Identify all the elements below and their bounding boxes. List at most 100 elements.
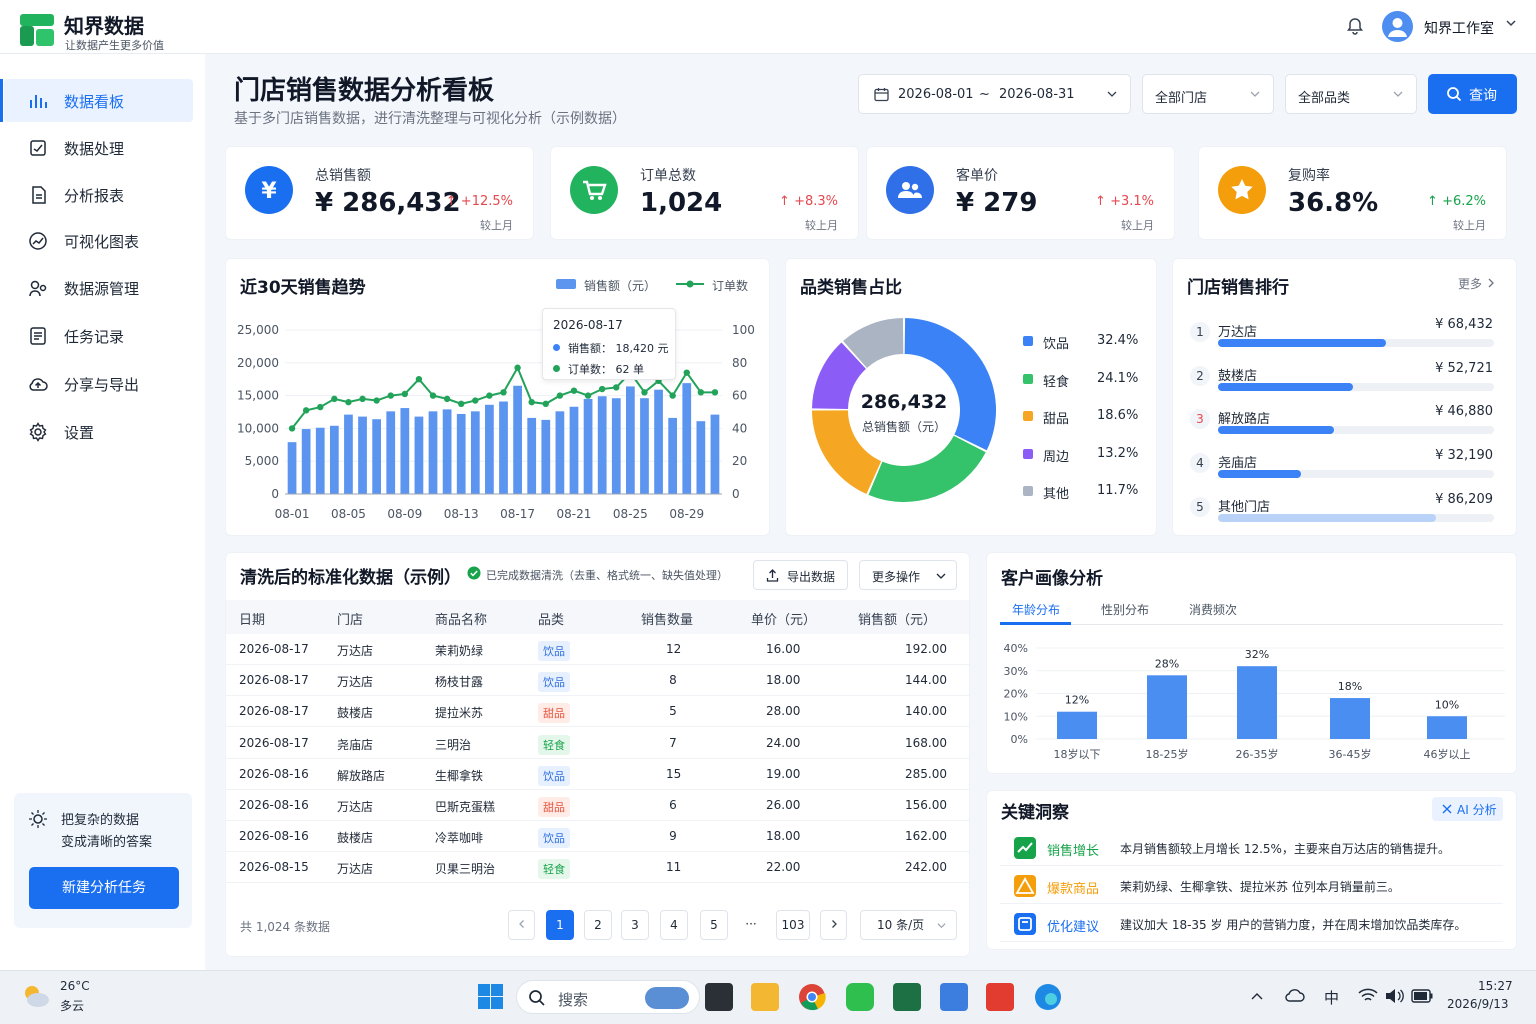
- orders-point[interactable]: [302, 407, 310, 414]
- donut-slice[interactable]: [868, 435, 986, 502]
- orders-point[interactable]: [415, 376, 423, 383]
- orders-point[interactable]: [345, 398, 352, 406]
- sidebar-item-6[interactable]: 任务记录: [4, 314, 193, 357]
- chrome-icon[interactable]: [798, 983, 826, 1011]
- more-ops-dropdown[interactable]: 更多操作: [859, 560, 957, 590]
- tab-3[interactable]: 消费频次: [1189, 601, 1237, 618]
- sales-bar[interactable]: [372, 419, 381, 494]
- table-row[interactable]: 2026-08-17 万达店 茉莉奶绿 饮品 12 16.00 192.00: [226, 634, 969, 665]
- sales-bar[interactable]: [386, 411, 396, 494]
- sales-bar[interactable]: [527, 417, 537, 494]
- orders-point[interactable]: [598, 385, 606, 393]
- insight-row[interactable]: 优化建议 建议加大 18-35 岁 用户的营销力度，并在周末增加饮品类库存。: [1000, 906, 1503, 942]
- sales-bar[interactable]: [414, 416, 424, 494]
- rank-store-name[interactable]: 解放路店: [1218, 408, 1270, 427]
- user-name[interactable]: 知界工作室: [1424, 18, 1494, 38]
- wps-icon[interactable]: [986, 983, 1014, 1011]
- page-button[interactable]: 5: [700, 910, 728, 940]
- orders-point[interactable]: [697, 389, 705, 396]
- sales-bar[interactable]: [569, 406, 579, 494]
- page-prev-button[interactable]: [508, 910, 535, 940]
- ranking-more-link[interactable]: 更多: [1458, 275, 1482, 292]
- orders-point[interactable]: [669, 392, 676, 399]
- orders-point[interactable]: [584, 392, 592, 399]
- sales-bar[interactable]: [329, 425, 339, 494]
- orders-point[interactable]: [458, 400, 465, 407]
- page-button[interactable]: 2: [584, 910, 612, 940]
- tab-1[interactable]: 年龄分布: [1012, 601, 1060, 618]
- orders-point[interactable]: [317, 403, 324, 411]
- orders-point[interactable]: [472, 397, 479, 404]
- orders-point[interactable]: [641, 389, 648, 396]
- sales-bar[interactable]: [344, 414, 353, 494]
- battery-icon[interactable]: [1411, 989, 1433, 1003]
- orders-point[interactable]: [443, 395, 451, 403]
- sales-bar[interactable]: [400, 408, 410, 494]
- new-task-button[interactable]: 新建分析任务: [29, 867, 179, 909]
- sidebar-item-1[interactable]: 数据看板: [0, 79, 193, 122]
- orders-point[interactable]: [570, 387, 578, 394]
- orders-point[interactable]: [514, 364, 521, 371]
- column-header[interactable]: 单价（元）: [751, 609, 816, 628]
- store-select[interactable]: 全部门店: [1142, 74, 1274, 114]
- sales-bar[interactable]: [696, 421, 706, 494]
- windows-start-icon[interactable]: [477, 983, 504, 1010]
- page-button[interactable]: 103: [776, 910, 810, 940]
- orders-point[interactable]: [683, 369, 690, 376]
- orders-point[interactable]: [288, 425, 296, 432]
- orders-point[interactable]: [387, 392, 394, 399]
- clock-date[interactable]: 2026/9/13: [1447, 997, 1509, 1011]
- rank-store-name[interactable]: 鼓楼店: [1218, 365, 1257, 384]
- sales-bar[interactable]: [541, 419, 551, 494]
- sales-bar[interactable]: [428, 411, 438, 494]
- page-size-select[interactable]: 10 条/页: [860, 910, 957, 940]
- sales-bar[interactable]: [583, 398, 593, 494]
- sidebar-item-7[interactable]: 分享与导出: [4, 362, 193, 405]
- screen-capture-icon[interactable]: [940, 983, 968, 1011]
- file-explorer-icon[interactable]: [751, 983, 779, 1011]
- sales-bar[interactable]: [555, 411, 565, 494]
- sales-bar[interactable]: [315, 427, 325, 494]
- column-header[interactable]: 日期: [239, 609, 265, 628]
- column-header[interactable]: 销售额（元）: [858, 609, 936, 628]
- page-next-button[interactable]: [820, 910, 847, 940]
- sales-bar[interactable]: [626, 386, 635, 494]
- insight-row[interactable]: 爆款商品 茉莉奶绿、生椰拿铁、提拉米苏 位列本月销量前三。: [1000, 868, 1503, 904]
- volume-icon[interactable]: [1384, 988, 1404, 1004]
- date-range-picker[interactable]: 2026-08-01 ~ 2026-08-31: [858, 74, 1131, 114]
- sales-bar[interactable]: [358, 416, 367, 494]
- chevron-down-icon[interactable]: [1504, 16, 1518, 30]
- sidebar-item-4[interactable]: 可视化图表: [4, 219, 193, 262]
- sales-bar[interactable]: [485, 404, 494, 494]
- sales-bar[interactable]: [640, 398, 649, 494]
- ime-indicator[interactable]: 中: [1324, 987, 1339, 1008]
- sidebar-item-5[interactable]: 数据源管理: [4, 266, 193, 309]
- table-row[interactable]: 2026-08-17 尧庙店 三明治 轻食 7 24.00 168.00: [226, 728, 969, 759]
- sales-bar[interactable]: [710, 414, 720, 494]
- page-button[interactable]: 1: [546, 910, 574, 940]
- sales-bar[interactable]: [597, 396, 607, 494]
- excel-icon[interactable]: [893, 983, 921, 1011]
- sales-bar[interactable]: [470, 411, 480, 494]
- orders-point[interactable]: [500, 389, 507, 396]
- orders-point[interactable]: [486, 392, 493, 399]
- insight-row[interactable]: 销售增长 本月销售额较上月增长 12.5%，主要来自万达店的销售提升。: [1000, 830, 1503, 866]
- age-bar[interactable]: [1057, 711, 1097, 739]
- column-header[interactable]: 商品名称: [435, 609, 487, 628]
- age-bar[interactable]: [1330, 698, 1370, 739]
- orders-point[interactable]: [331, 395, 338, 403]
- sales-bar[interactable]: [513, 385, 522, 494]
- sales-bar[interactable]: [668, 417, 678, 494]
- cloud-sync-icon[interactable]: [1285, 988, 1305, 1004]
- orders-point[interactable]: [613, 384, 620, 391]
- column-header[interactable]: 销售数量: [641, 609, 693, 628]
- task-view-icon[interactable]: [705, 983, 733, 1011]
- sidebar-item-2[interactable]: 数据处理: [4, 126, 193, 169]
- table-row[interactable]: 2026-08-16 万达店 巴斯克蛋糕 甜品 6 26.00 156.00: [226, 790, 969, 821]
- age-bar[interactable]: [1237, 666, 1277, 739]
- sales-bar[interactable]: [301, 429, 311, 494]
- sidebar-item-3[interactable]: 分析报表: [4, 173, 193, 216]
- sales-bar[interactable]: [442, 409, 452, 494]
- chevron-right-icon[interactable]: [1486, 277, 1496, 289]
- table-row[interactable]: 2026-08-16 解放路店 生椰拿铁 饮品 15 19.00 285.00: [226, 759, 969, 790]
